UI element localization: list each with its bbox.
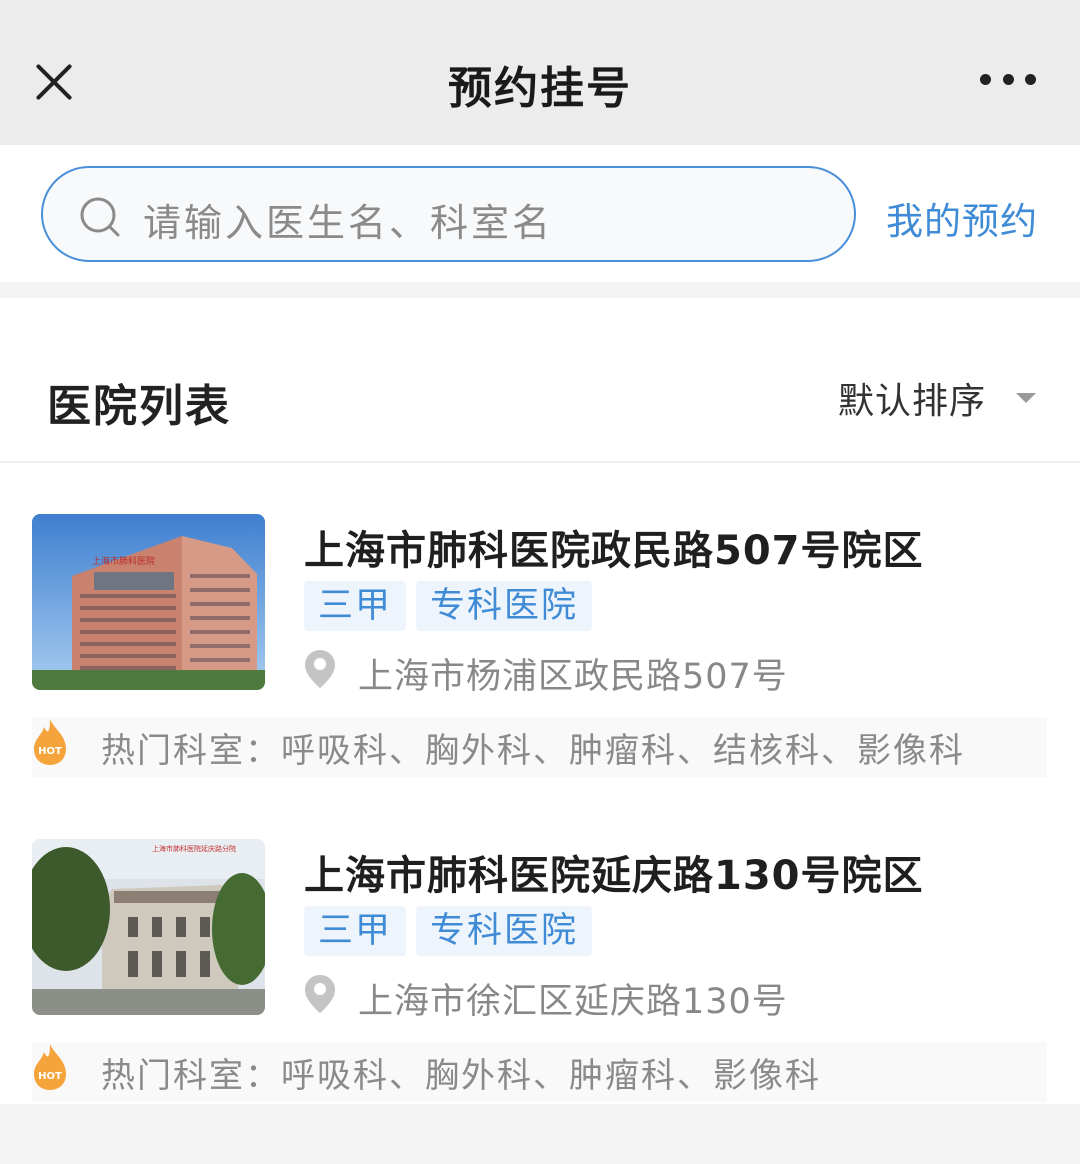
tag-grade: 三甲	[304, 581, 407, 631]
hospital-photo: 上海市肺科医院延庆路分院	[32, 839, 265, 1015]
hot-departments: 热门科室：呼吸科、胸外科、肿瘤科、结核科、影像科	[101, 731, 965, 771]
location-pin-icon	[305, 975, 335, 1013]
hot-flame-icon: HOT	[34, 719, 66, 765]
sort-label: 默认排序	[837, 381, 986, 422]
hospital-name: 上海市肺科医院政民路507号院区	[304, 528, 924, 574]
list-title: 医院列表	[47, 381, 231, 432]
location-pin-icon	[305, 650, 335, 688]
tag-type: 专科医院	[416, 906, 593, 956]
hospital-photo: 上海市肺科医院	[32, 514, 265, 690]
sort-dropdown[interactable]: 默认排序	[838, 376, 1036, 422]
svg-text:HOT: HOT	[38, 1071, 62, 1082]
chevron-down-icon	[1016, 393, 1036, 403]
search-input[interactable]: 请输入医生名、科室名	[41, 166, 856, 262]
hot-flame-icon: HOT	[34, 1044, 66, 1090]
more-icon	[980, 74, 991, 85]
hot-departments-row: HOT 热门科室：呼吸科、胸外科、肿瘤科、结核科、影像科	[32, 717, 1047, 777]
hospital-address: 上海市杨浦区政民路507号	[358, 657, 788, 697]
photo-sign: 上海市肺科医院延庆路分院	[152, 844, 236, 853]
more-button[interactable]	[980, 72, 1036, 88]
header-bar: 预约挂号	[0, 0, 1080, 145]
hospital-card[interactable]: 上海市肺科医院 上海市肺科医院政民路507号院区 三甲 专科医院 上海市杨浦区政…	[0, 514, 1080, 794]
hospital-card[interactable]: 上海市肺科医院延庆路分院 上海市肺科医院延庆路130号院区 三甲 专科医院 上海…	[0, 839, 1080, 1119]
tag-grade: 三甲	[304, 906, 407, 956]
hot-departments: 热门科室：呼吸科、胸外科、肿瘤科、影像科	[101, 1056, 821, 1096]
page-title: 预约挂号	[448, 63, 632, 114]
hospital-address: 上海市徐汇区延庆路130号	[358, 982, 788, 1022]
my-appointments-link[interactable]: 我的预约	[886, 191, 1038, 245]
hospital-list-section: 医院列表 默认排序 上海市肺科医院 上海市肺科医院政民路507号院区 三甲 专科…	[0, 298, 1080, 1104]
search-placeholder: 请输入医生名、科室名	[143, 201, 554, 245]
search-section: 请输入医生名、科室名 我的预约	[0, 145, 1080, 282]
svg-text:HOT: HOT	[38, 746, 62, 757]
divider	[0, 461, 1080, 463]
hospital-name: 上海市肺科医院延庆路130号院区	[304, 853, 924, 899]
hot-departments-row: HOT 热门科室：呼吸科、胸外科、肿瘤科、影像科	[32, 1042, 1047, 1102]
photo-sign: 上海市肺科医院	[92, 555, 155, 567]
search-icon	[80, 197, 120, 237]
tag-type: 专科医院	[416, 581, 593, 631]
